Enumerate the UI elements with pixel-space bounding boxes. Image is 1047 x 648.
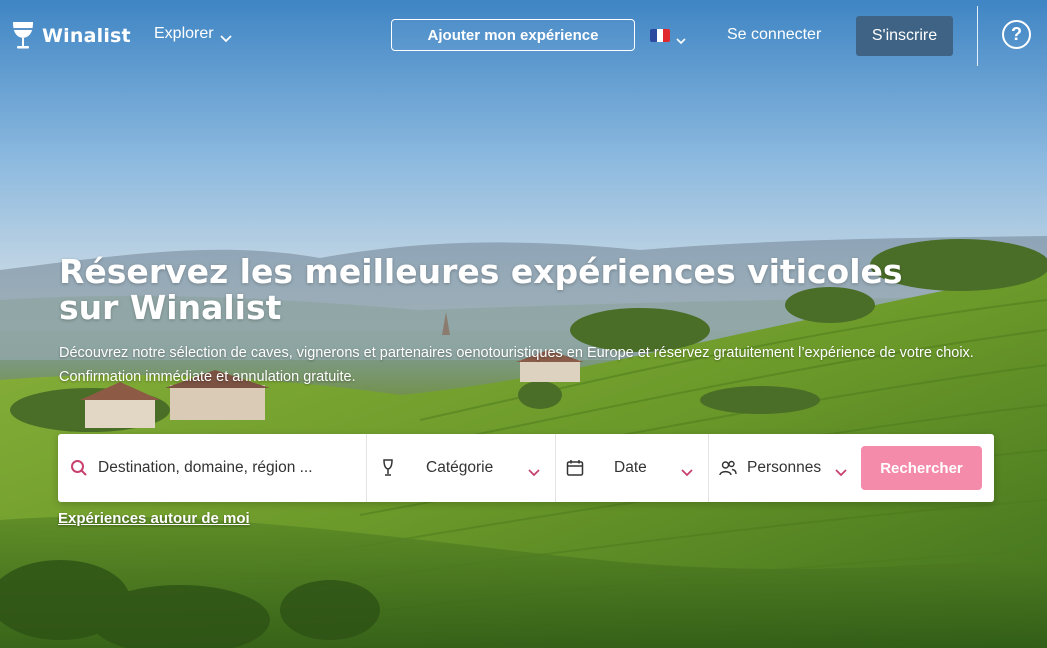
destination-placeholder: Destination, domaine, région ... bbox=[98, 459, 313, 476]
users-icon bbox=[719, 459, 737, 477]
category-dropdown[interactable]: Catégorie bbox=[367, 434, 555, 502]
search-button[interactable]: Rechercher bbox=[861, 446, 982, 490]
destination-field[interactable]: Destination, domaine, région ... bbox=[58, 434, 366, 502]
help-icon[interactable]: ? bbox=[1002, 20, 1031, 49]
wine-glass-icon bbox=[10, 20, 36, 52]
chevron-down-icon bbox=[528, 464, 540, 477]
logo-text: Winalist bbox=[42, 25, 131, 47]
signup-button[interactable]: S'inscrire bbox=[856, 16, 953, 56]
page: Winalist Explorer Ajouter mon expérience… bbox=[0, 0, 1047, 648]
nearby-experiences-link[interactable]: Expériences autour de moi bbox=[58, 510, 250, 527]
wine-glass-icon bbox=[379, 459, 397, 477]
chevron-down-icon bbox=[219, 30, 232, 43]
signin-link[interactable]: Se connecter bbox=[727, 26, 821, 44]
search-bar: Destination, domaine, région ... Catégor… bbox=[58, 434, 994, 502]
chevron-down-icon bbox=[675, 32, 687, 44]
date-label: Date bbox=[614, 459, 647, 476]
persons-dropdown[interactable]: Personnes bbox=[709, 434, 857, 502]
calendar-icon bbox=[566, 459, 584, 477]
hero-title: Réservez les meilleures expériences viti… bbox=[59, 252, 903, 327]
category-label: Catégorie bbox=[426, 459, 494, 476]
language-selector[interactable] bbox=[650, 29, 687, 44]
search-icon bbox=[70, 459, 88, 477]
persons-label: Personnes bbox=[747, 459, 822, 476]
explorer-label: Explorer bbox=[154, 25, 214, 42]
explorer-menu[interactable]: Explorer bbox=[154, 25, 232, 43]
chevron-down-icon bbox=[681, 464, 693, 477]
top-navbar: Winalist Explorer Ajouter mon expérience… bbox=[0, 0, 1047, 72]
chevron-down-icon bbox=[835, 464, 847, 477]
date-dropdown[interactable]: Date bbox=[556, 434, 708, 502]
header-divider bbox=[977, 6, 978, 66]
hero-subtitle: Découvrez notre sélection de caves, vign… bbox=[59, 345, 974, 385]
french-flag-icon bbox=[650, 29, 670, 42]
logo[interactable]: Winalist bbox=[10, 19, 131, 53]
add-experience-button[interactable]: Ajouter mon expérience bbox=[391, 19, 635, 51]
